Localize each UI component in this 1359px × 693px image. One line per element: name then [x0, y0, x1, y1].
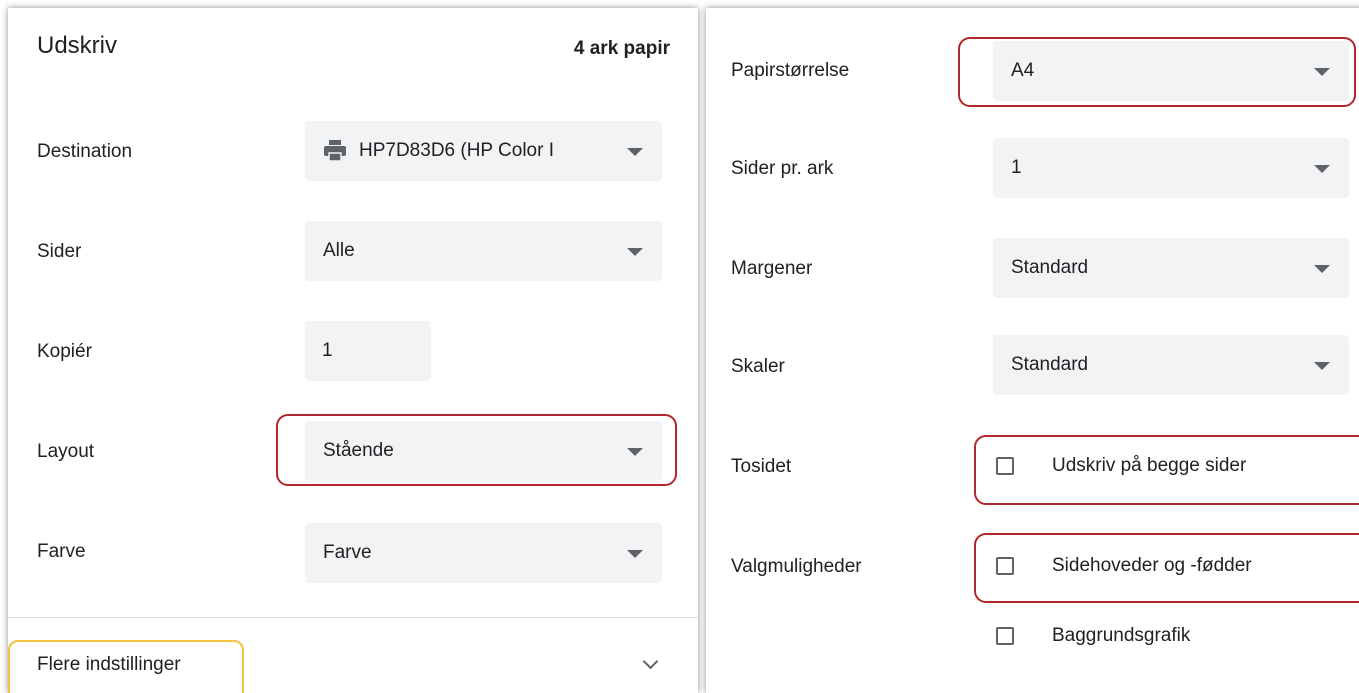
scale-label: Skaler — [731, 356, 785, 377]
scale-select[interactable]: Standard — [993, 335, 1349, 395]
color-value: Farve — [323, 542, 372, 563]
caret-down-icon — [627, 448, 643, 456]
more-settings-toggle[interactable]: Flere indstillinger — [8, 638, 698, 693]
caret-down-icon — [1314, 362, 1330, 370]
caret-down-icon — [627, 550, 643, 558]
color-label: Farve — [37, 541, 86, 562]
headers-footers-checkbox[interactable] — [996, 557, 1014, 575]
margins-label: Margener — [731, 258, 813, 279]
dialog-title: Udskriv — [37, 32, 118, 59]
caret-down-icon — [627, 248, 643, 256]
caret-down-icon — [1314, 165, 1330, 173]
layout-value: Stående — [323, 440, 394, 461]
pages-per-sheet-value: 1 — [1011, 157, 1022, 178]
paper-size-value: A4 — [1011, 60, 1035, 81]
duplex-label: Tosidet — [731, 456, 792, 477]
destination-label: Destination — [37, 141, 133, 162]
margins-select[interactable]: Standard — [993, 238, 1349, 298]
print-settings-panel: Udskriv 4 ark papir Destination HP7D83D6… — [8, 8, 698, 693]
pages-value: Alle — [323, 240, 355, 261]
divider — [8, 617, 698, 618]
paper-size-select[interactable]: A4 — [993, 41, 1349, 101]
copies-input[interactable]: 1 — [305, 321, 431, 381]
pages-per-sheet-label: Sider pr. ark — [731, 158, 834, 179]
duplex-checkbox[interactable] — [996, 457, 1014, 475]
background-graphics-label: Baggrundsgrafik — [1052, 625, 1191, 646]
layout-label: Layout — [37, 441, 95, 462]
options-label: Valgmuligheder — [731, 556, 862, 577]
more-settings-label: Flere indstillinger — [37, 654, 181, 675]
pages-label: Sider — [37, 241, 82, 262]
chevron-down-icon — [642, 653, 659, 670]
duplex-checkbox-row[interactable]: Udskriv på begge sider — [996, 455, 1246, 477]
caret-down-icon — [1314, 68, 1330, 76]
advanced-settings-panel: Papirstørrelse A4 Sider pr. ark 1 Margen… — [706, 8, 1359, 693]
scale-value: Standard — [1011, 354, 1089, 375]
headers-footers-label: Sidehoveder og -fødder — [1052, 555, 1252, 576]
duplex-option-label: Udskriv på begge sider — [1052, 455, 1247, 476]
pages-select[interactable]: Alle — [305, 221, 662, 281]
layout-select[interactable]: Stående — [305, 421, 662, 481]
caret-down-icon — [1314, 265, 1330, 273]
background-graphics-row[interactable]: Baggrundsgrafik — [996, 625, 1190, 647]
paper-size-label: Papirstørrelse — [731, 60, 850, 81]
destination-value: HP7D83D6 (HP Color I — [359, 140, 555, 161]
headers-footers-row[interactable]: Sidehoveder og -fødder — [996, 555, 1252, 577]
destination-select[interactable]: HP7D83D6 (HP Color I — [305, 121, 662, 181]
color-select[interactable]: Farve — [305, 523, 662, 583]
copies-label: Kopiér — [37, 341, 92, 362]
printer-icon — [324, 140, 346, 162]
background-graphics-checkbox[interactable] — [996, 627, 1014, 645]
caret-down-icon — [627, 148, 643, 156]
pages-per-sheet-select[interactable]: 1 — [993, 138, 1349, 198]
margins-value: Standard — [1011, 257, 1089, 278]
sheet-count: 4 ark papir — [573, 38, 670, 59]
